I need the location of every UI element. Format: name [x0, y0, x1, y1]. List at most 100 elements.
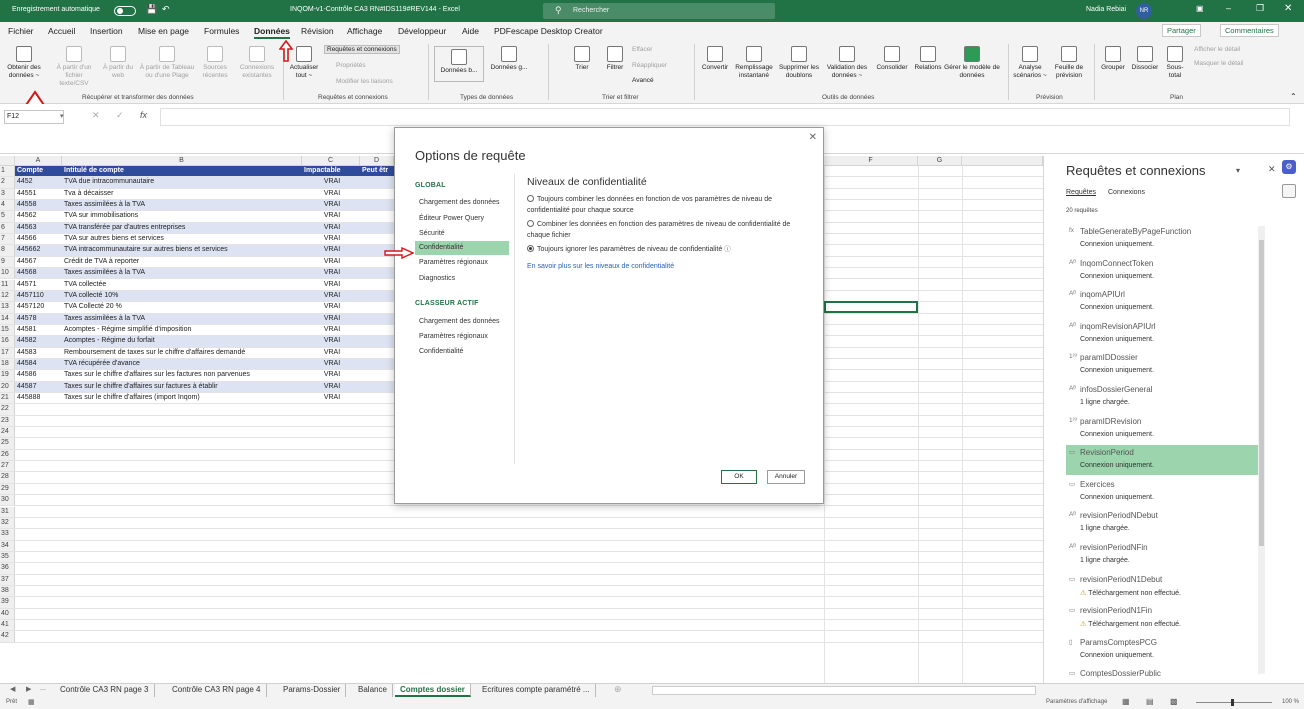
column-header-a[interactable]: A [15, 156, 62, 166]
table-cell[interactable]: Taxes assimilées à la TVA [62, 313, 302, 324]
table-header-cell[interactable]: Peut êtr [360, 166, 394, 177]
close-icon[interactable]: ✕ [809, 132, 817, 143]
table-cell[interactable]: TVA sur autres biens et services [62, 234, 302, 244]
pane-scrollbar-thumb[interactable] [1259, 240, 1264, 546]
table-cell[interactable]: 44581 [15, 325, 62, 335]
table-cell[interactable]: VRAI [302, 370, 360, 380]
row-number[interactable]: 7 [0, 234, 15, 245]
ok-button[interactable]: OK [721, 470, 757, 484]
existing-connections-button[interactable]: Connexions existantes [234, 46, 280, 80]
table-cell[interactable]: VRAI [302, 336, 360, 347]
table-cell[interactable]: VRAI [302, 268, 360, 279]
what-if-button[interactable]: Analyse scénarios ~ [1012, 46, 1048, 80]
zoom-slider[interactable] [1196, 702, 1272, 703]
nav-workbook-data-load[interactable]: Chargement des données [415, 315, 509, 329]
sheet-tab-active[interactable]: Comptes dossier [395, 684, 471, 697]
table-header-cell[interactable]: Compte [15, 166, 62, 177]
row-number[interactable]: 11 [0, 279, 15, 290]
table-cell[interactable]: VRAI [302, 348, 360, 358]
table-cell[interactable]: 44568 [15, 268, 62, 279]
row-number[interactable]: 2 [0, 177, 15, 188]
column-header-d[interactable]: D [360, 156, 394, 166]
sheet-tab[interactable]: Ecritures compte paramétré ... [477, 684, 596, 697]
table-row[interactable]: 42 [0, 631, 1043, 643]
table-cell[interactable] [360, 211, 394, 221]
page-layout-icon[interactable]: ▤ [1146, 697, 1154, 706]
row-number[interactable]: 4 [0, 200, 15, 211]
flash-fill-button[interactable]: Remplissage instantané [732, 46, 776, 80]
nav-privacy[interactable]: Confidentialité [415, 241, 509, 255]
table-cell[interactable] [360, 268, 394, 279]
relationships-button[interactable]: Relations [912, 46, 944, 72]
edit-links-button[interactable]: Modifier les liaisons [336, 78, 393, 85]
formula-input[interactable] [160, 108, 1290, 126]
row-number[interactable]: 26 [0, 449, 15, 461]
table-cell[interactable]: VRAI [302, 381, 360, 392]
query-item[interactable]: ▭ Exercices Connexion uniquement. [1066, 477, 1260, 507]
sort-button[interactable]: Trier [570, 46, 594, 72]
collapse-ribbon-icon[interactable]: ⌃ [1290, 92, 1297, 101]
table-cell[interactable]: VRAI [302, 245, 360, 256]
column-header-c[interactable]: C [302, 156, 360, 166]
text-to-columns-button[interactable]: Convertir [698, 46, 732, 72]
menu-formules[interactable]: Formules [204, 26, 239, 36]
query-item[interactable]: Aᴮ inqomRevisionAPIUrl Connexion uniquemen… [1066, 319, 1260, 349]
clear-filter-button[interactable]: Effacer [632, 46, 652, 53]
table-cell[interactable] [360, 358, 394, 370]
page-break-icon[interactable]: ▩ [1170, 697, 1178, 706]
table-cell[interactable]: Taxes sur le chiffre d'affaires (import … [62, 393, 302, 403]
column-header-f[interactable]: F [824, 156, 918, 166]
ribbon-display-icon[interactable]: ▣ [1196, 4, 1204, 13]
column-header-h[interactable] [962, 156, 1043, 166]
row-number[interactable]: 37 [0, 574, 15, 585]
table-cell[interactable]: VRAI [302, 234, 360, 244]
table-cell[interactable]: TVA collecté 10% [62, 290, 302, 302]
table-cell[interactable]: Acomptes - Régime du forfait [62, 336, 302, 347]
table-cell[interactable]: TVA Collecté 20 % [62, 302, 302, 312]
row-number[interactable]: 38 [0, 585, 15, 597]
column-header-g[interactable]: G [918, 156, 962, 166]
table-cell[interactable]: TVA collectée [62, 280, 302, 290]
table-cell[interactable]: VRAI [302, 222, 360, 234]
cancel-formula-icon[interactable]: ✕ [92, 110, 100, 121]
table-cell[interactable]: VRAI [302, 177, 360, 188]
row-number[interactable]: 42 [0, 631, 15, 642]
avatar[interactable]: NR [1136, 3, 1152, 19]
from-text-button[interactable]: À partir d'un fichier texte/CSV [52, 46, 96, 88]
menu-accueil[interactable]: Accueil [48, 26, 75, 36]
comments-button[interactable]: Commentaires [1220, 24, 1279, 37]
row-number[interactable]: 13 [0, 302, 15, 313]
table-cell[interactable] [360, 348, 394, 358]
tab-connections[interactable]: Connexions [1108, 189, 1145, 196]
table-cell[interactable]: 44567 [15, 257, 62, 267]
query-item[interactable]: ▭ RevisionPeriod Connexion uniquement. [1066, 445, 1260, 476]
from-web-button[interactable]: À partir du web [100, 46, 136, 80]
nav-security[interactable]: Sécurité [415, 227, 509, 241]
table-row[interactable]: 35 [0, 551, 1043, 564]
table-row[interactable]: 34 [0, 540, 1043, 552]
table-cell[interactable] [360, 290, 394, 302]
subtotal-button[interactable]: Sous-total [1162, 46, 1188, 80]
table-cell[interactable]: 44586 [15, 370, 62, 380]
selected-cell[interactable] [824, 301, 918, 313]
row-number[interactable]: 19 [0, 370, 15, 381]
table-cell[interactable]: 44562 [15, 211, 62, 221]
row-number[interactable]: 18 [0, 358, 15, 370]
macro-record-icon[interactable]: ▦ [28, 698, 35, 706]
menu-developpeur[interactable]: Développeur [398, 26, 446, 36]
nav-power-query-editor[interactable]: Éditeur Power Query [415, 212, 509, 226]
table-cell[interactable]: 44584 [15, 358, 62, 370]
table-cell[interactable] [360, 313, 394, 324]
table-cell[interactable] [360, 234, 394, 244]
menu-fichier[interactable]: Fichier [8, 26, 34, 36]
table-row[interactable]: 40 [0, 608, 1043, 620]
table-cell[interactable] [360, 222, 394, 234]
row-number[interactable]: 17 [0, 347, 15, 358]
query-item[interactable]: Aᴮ revisionPeriodNDebut 1 ligne chargée. [1066, 508, 1260, 538]
query-item[interactable]: Aᴮ infosDossierGeneral 1 ligne chargée. [1066, 382, 1260, 412]
nav-regional-settings[interactable]: Paramètres régionaux [415, 256, 509, 270]
share-button[interactable]: Partager [1162, 24, 1201, 37]
table-cell[interactable]: 4457110 [15, 290, 62, 302]
row-number[interactable]: 22 [0, 404, 15, 415]
table-row[interactable]: 33 [0, 529, 1043, 541]
